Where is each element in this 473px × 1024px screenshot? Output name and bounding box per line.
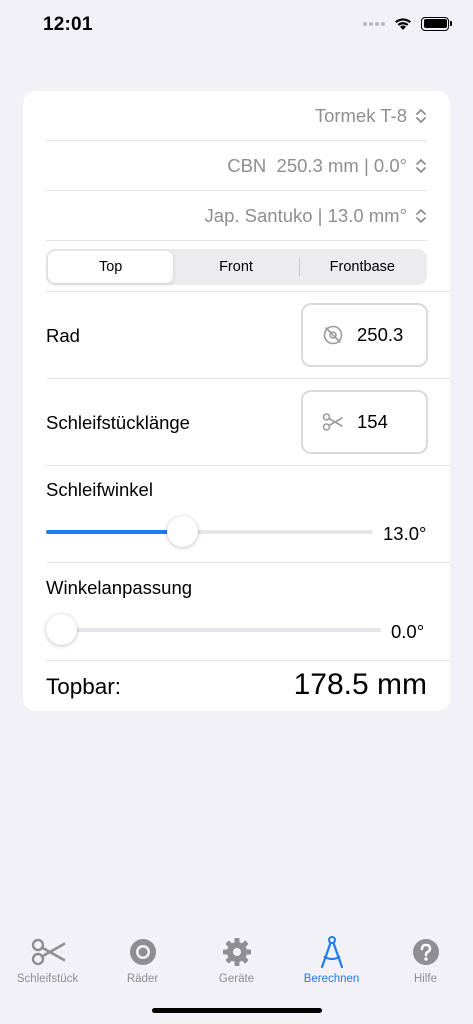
scissors-icon — [30, 934, 66, 970]
status-indicators — [363, 16, 452, 31]
rad-value: 250.3 — [357, 324, 404, 345]
battery-icon — [421, 16, 452, 31]
slider-thumb[interactable] — [167, 516, 199, 547]
segment-frontbase[interactable]: Frontbase — [300, 251, 425, 283]
result-value: 178.5 mm — [293, 668, 427, 701]
wheel-picker-value: CBN 250.3 mm | 0.0° — [227, 154, 407, 176]
slider-thumb[interactable] — [46, 614, 77, 645]
status-bar: 12:01 — [0, 0, 473, 52]
tab-label: Berechnen — [303, 973, 360, 985]
segment-front[interactable]: Front — [173, 251, 298, 283]
chevron-up-down-icon — [416, 158, 426, 173]
segment-top[interactable]: Top — [48, 251, 174, 283]
length-value: 154 — [357, 411, 388, 432]
status-time: 12:01 — [43, 14, 93, 35]
help-icon — [408, 934, 444, 970]
chevron-up-down-icon — [416, 108, 426, 123]
wifi-icon — [395, 18, 411, 30]
divider — [46, 378, 450, 379]
tab-label: Schleifstück — [16, 973, 79, 985]
knife-picker-value: Jap. Santuko | 13.0 mm° — [204, 204, 407, 226]
schleifwinkel-label: Schleifwinkel — [46, 479, 153, 500]
knife-picker[interactable]: Jap. Santuko | 13.0 mm° — [46, 191, 427, 241]
wheel-off-icon — [323, 325, 343, 345]
length-input[interactable]: 154 — [301, 390, 428, 454]
winkelanpassung-value: 0.0° — [391, 621, 425, 642]
scissors-icon — [322, 413, 343, 431]
slider-track — [46, 628, 381, 632]
gear-icon — [219, 934, 255, 970]
schleifwinkel-slider[interactable] — [46, 515, 373, 549]
home-indicator — [152, 1008, 322, 1013]
divider — [46, 660, 450, 661]
tab-label: Geräte — [218, 973, 255, 985]
calculation-card: Tormek T-8 CBN 250.3 mm | 0.0° Jap. Sant… — [23, 91, 450, 711]
wheel-picker[interactable]: CBN 250.3 mm | 0.0° — [46, 141, 427, 191]
divider — [46, 291, 450, 292]
signal-icon — [363, 21, 385, 26]
tab-schleifstueck[interactable]: Schleifstück — [0, 926, 95, 985]
winkelanpassung-slider[interactable] — [46, 613, 381, 647]
length-label: Schleifstücklänge — [46, 412, 190, 433]
rad-input[interactable]: 250.3 — [301, 303, 428, 367]
chevron-up-down-icon — [416, 208, 426, 223]
position-segmented-control: Top Front Frontbase — [46, 249, 427, 285]
tab-hilfe[interactable]: Hilfe — [378, 926, 473, 985]
tab-raeder[interactable]: Räder — [95, 926, 190, 985]
winkelanpassung-label: Winkelanpassung — [46, 577, 193, 598]
divider — [46, 465, 450, 466]
tab-label: Räder — [126, 973, 159, 985]
divider — [46, 562, 450, 563]
device-picker-value: Tormek T-8 — [314, 104, 407, 126]
device-picker[interactable]: Tormek T-8 — [46, 91, 427, 141]
tab-label: Hilfe — [413, 973, 437, 985]
schleifwinkel-value: 13.0° — [383, 523, 427, 544]
result-label: Topbar: — [46, 674, 122, 699]
rad-label: Rad — [46, 325, 80, 346]
tab-berechnen[interactable]: Berechnen — [284, 926, 379, 985]
slider-fill — [46, 530, 183, 534]
compass-icon — [314, 934, 350, 970]
wheel-icon — [125, 934, 161, 970]
tab-geraete[interactable]: Geräte — [189, 926, 284, 985]
